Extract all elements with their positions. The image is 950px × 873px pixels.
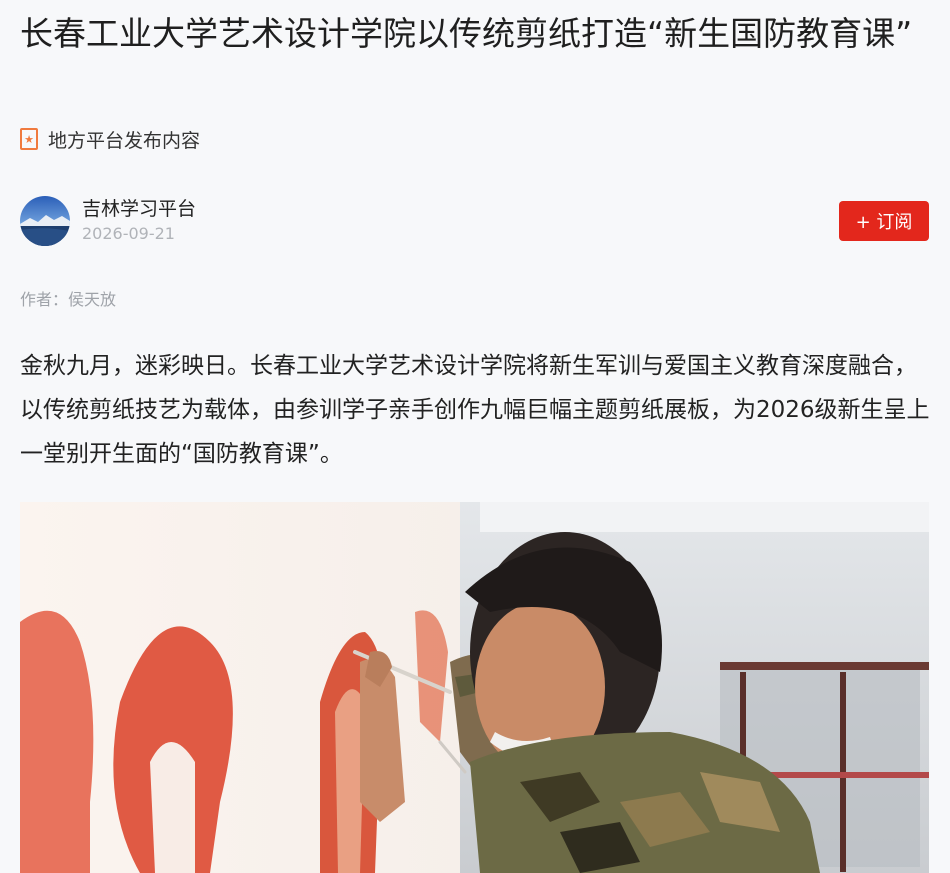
- author-row: 吉林学习平台 2026-09-21 + 订阅: [20, 195, 929, 247]
- source-row: ★ 地方平台发布内容: [20, 125, 200, 153]
- author-name[interactable]: 吉林学习平台: [82, 196, 196, 222]
- article-title: 长春工业大学艺术设计学院以传统剪纸打造“新生国防教育课”: [20, 14, 913, 53]
- byline: 作者：侯天放: [20, 290, 117, 309]
- star-badge-icon: ★: [20, 128, 38, 150]
- article-paragraph: 金秋九月，迷彩映日。长春工业大学艺术设计学院将新生军训与爱国主义教育深度融合，以…: [20, 353, 930, 467]
- author-meta: 吉林学习平台 2026-09-21: [82, 196, 196, 246]
- photo-students-papercut: [20, 502, 929, 873]
- avatar[interactable]: [20, 196, 70, 246]
- avatar-image: [20, 196, 70, 246]
- subscribe-button[interactable]: + 订阅: [839, 201, 929, 241]
- source-label: 地方平台发布内容: [48, 129, 201, 152]
- publish-date: 2026-09-21: [82, 224, 175, 243]
- article-photo: [20, 502, 929, 873]
